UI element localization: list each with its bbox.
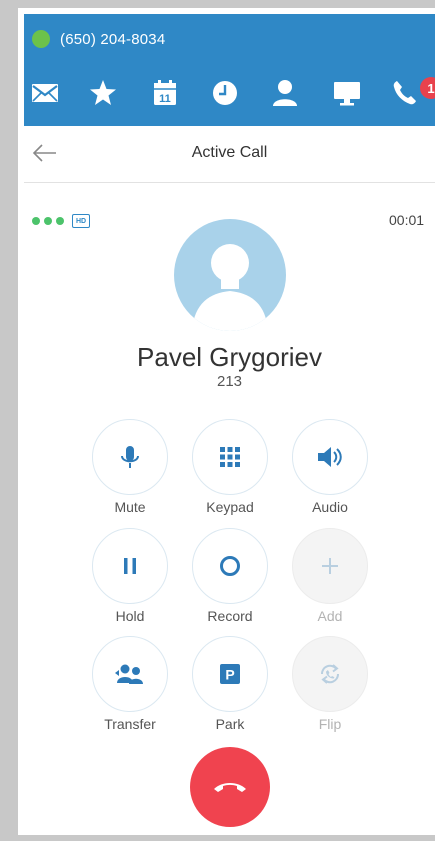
speaker-icon [318,447,342,467]
microphone-icon [121,446,139,468]
avatar [174,219,286,331]
park-glyph: P [225,667,234,683]
park-label: Park [215,716,245,732]
phone-icon[interactable] [390,78,420,108]
pause-icon [124,558,136,574]
caller-name: Pavel Grygoriev [137,342,322,372]
notification-badge: 1 [420,77,435,99]
calendar-day: 11 [159,93,171,105]
park-button[interactable]: P [192,636,268,712]
phone-app: (650) 204-8034 11 1 Active Call HD 00:01… [24,14,435,833]
flip-button[interactable] [292,636,368,712]
keypad-button[interactable] [192,419,268,495]
caller-extension: 213 [216,373,243,390]
nav-bar: Active Call [24,126,435,183]
hold-button[interactable] [92,528,168,604]
hang-up-button[interactable] [190,747,270,827]
mute-button[interactable] [92,419,168,495]
monitor-icon[interactable] [332,78,362,108]
star-icon[interactable] [88,78,118,108]
page-title: Active Call [191,144,268,161]
transfer-label: Transfer [104,716,156,732]
hang-up-icon [214,783,246,792]
audio-label: Audio [312,499,348,515]
parking-icon: P [220,664,240,684]
call-quality-indicator: HD [32,214,90,228]
transfer-icon [115,664,143,684]
signal-dot [32,217,40,225]
mute-label: Mute [114,499,146,515]
envelope-icon[interactable] [30,78,60,108]
status-bar: (650) 204-8034 [24,14,435,64]
keypad-label: Keypad [206,499,254,515]
record-icon [220,556,240,576]
presence-indicator[interactable] [32,30,50,48]
person-silhouette-icon [192,244,268,331]
toolbar: 11 [24,64,435,126]
transfer-button[interactable] [92,636,168,712]
keypad-icon [220,447,240,467]
contacts-icon[interactable] [270,78,300,108]
add-label: Add [317,608,343,624]
signal-dot [44,217,52,225]
signal-dot [56,217,64,225]
hold-label: Hold [115,608,145,624]
phone-number: (650) 204-8034 [60,30,166,48]
record-label: Record [207,608,253,624]
add-button[interactable] [292,528,368,604]
flip-label: Flip [318,716,342,732]
calendar-icon[interactable]: 11 [150,78,180,108]
hd-badge: HD [72,214,90,228]
flip-icon [320,664,340,684]
plus-icon [322,558,338,574]
audio-button[interactable] [292,419,368,495]
call-timer: 00:01 [389,212,425,228]
record-button[interactable] [192,528,268,604]
clock-icon[interactable] [210,78,240,108]
